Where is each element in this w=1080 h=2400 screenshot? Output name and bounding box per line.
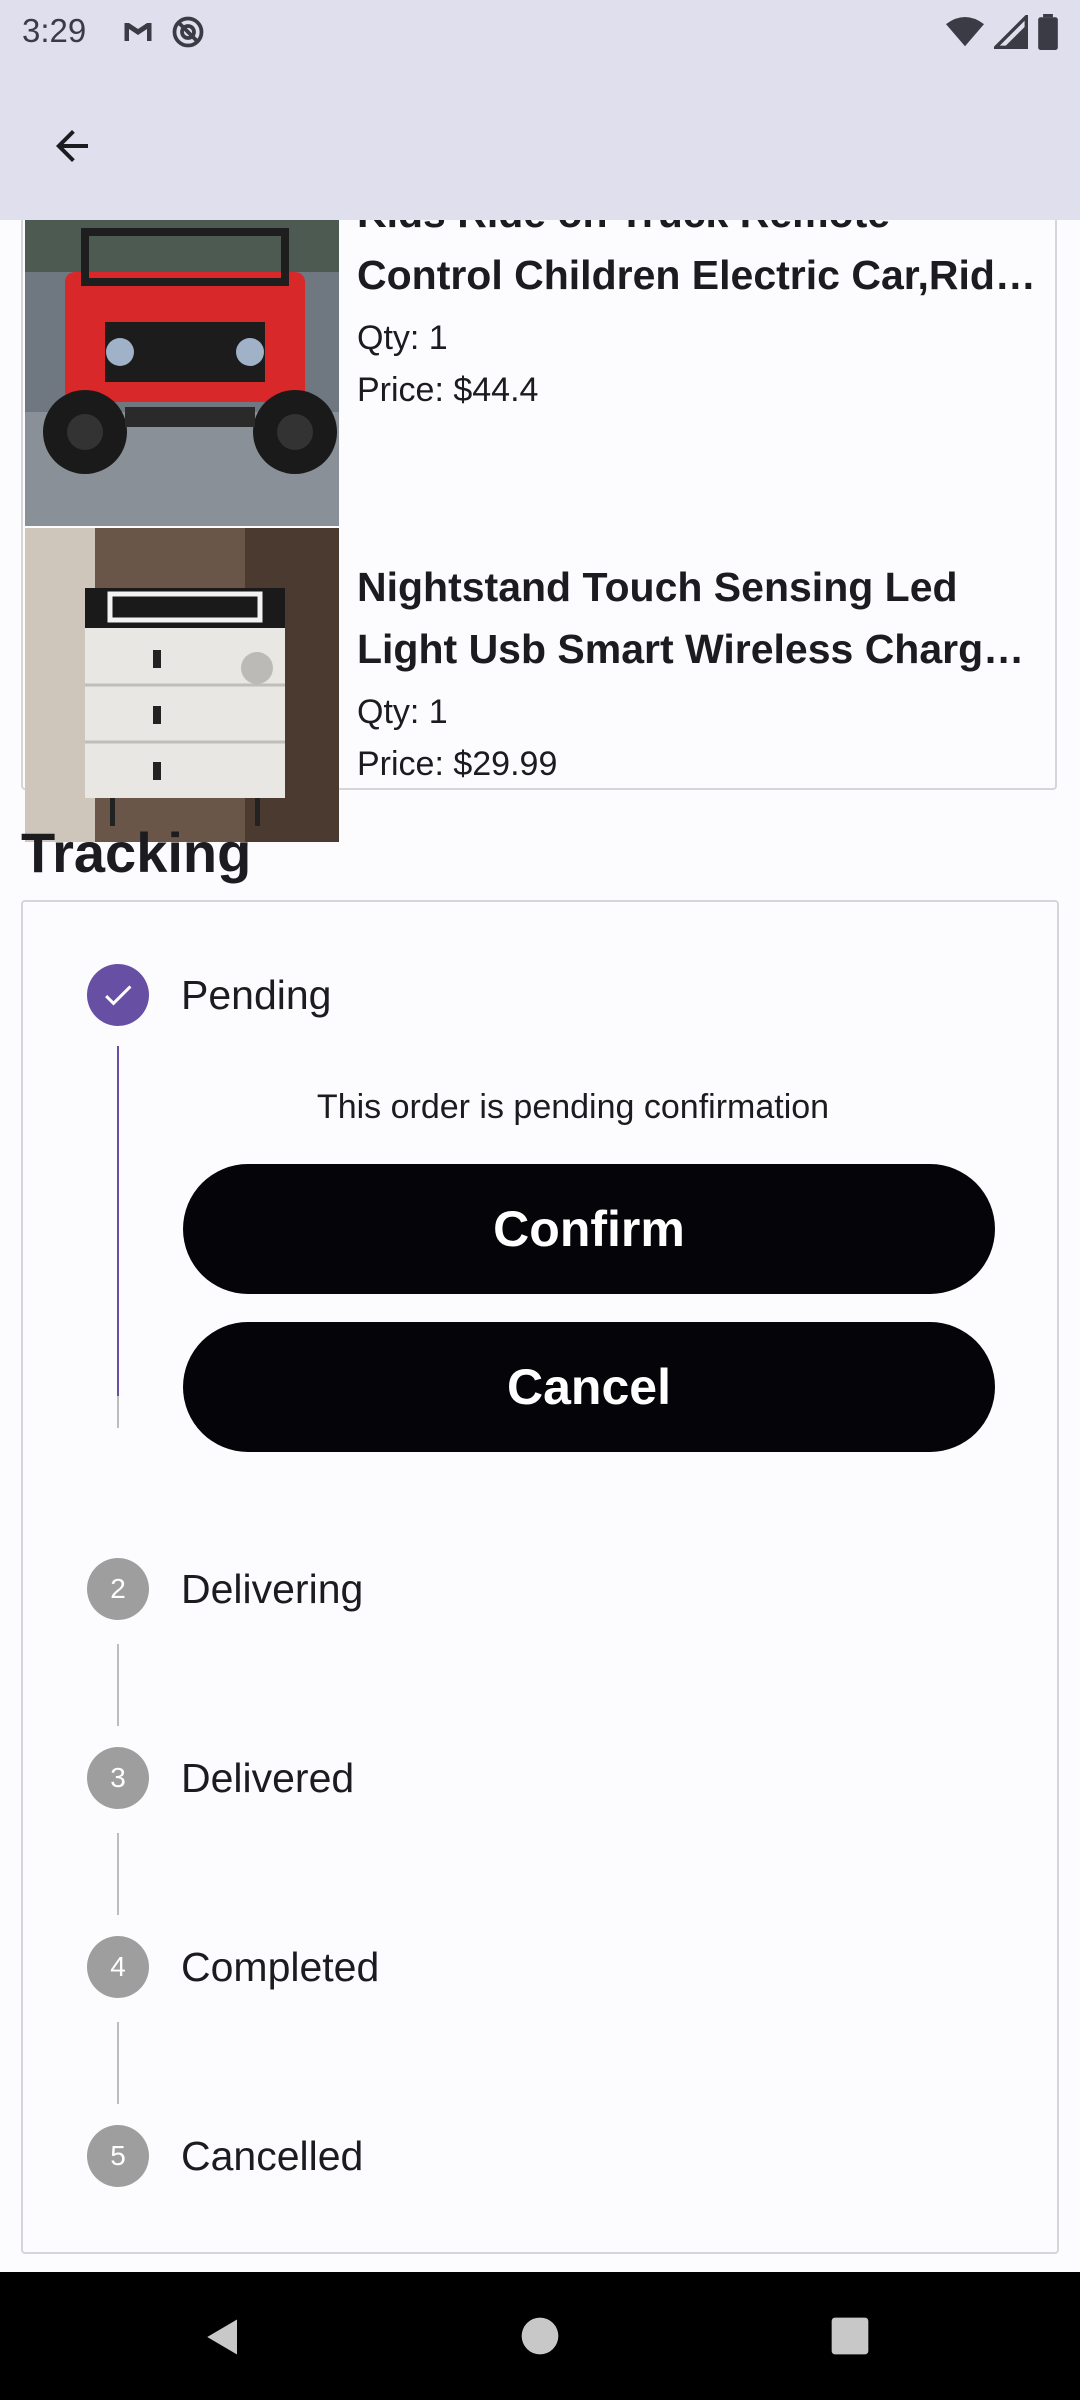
white-nightstand-photo — [25, 528, 339, 842]
item-title-line-1: Nightstand Touch Sensing Led — [357, 564, 958, 610]
item-price: Price: $29.99 — [357, 745, 558, 783]
item-title-line-2: Control Children Electric Car,Rid… — [357, 252, 1036, 298]
item-title-line-2: Light Usb Smart Wireless Charg… — [357, 626, 1025, 672]
step-connector — [117, 1644, 119, 1726]
step-label: Pending — [181, 971, 332, 1018]
app-bar — [0, 64, 1080, 220]
order-item[interactable]: Nightstand Touch Sensing Led Light Usb S… — [25, 528, 1055, 842]
step-connector — [117, 1833, 119, 1915]
order-detail-content[interactable]: Kids Ride on Truck Remote Control Childr… — [0, 220, 1080, 2272]
step-label: Cancelled — [181, 2132, 364, 2179]
step-completed[interactable]: 4 Completed — [87, 1936, 379, 1998]
status-left-icons — [120, 14, 206, 55]
item-qty: Qty: 1 — [357, 693, 448, 731]
item-qty: Qty: 1 — [357, 319, 448, 357]
step-delivered[interactable]: 3 Delivered — [87, 1747, 354, 1809]
step-pending[interactable]: Pending — [87, 964, 331, 1026]
confirm-button[interactable]: Confirm — [183, 1164, 995, 1294]
step-connector — [117, 1396, 119, 1428]
battery-icon — [1038, 14, 1058, 55]
tracking-stepper: Pending This order is pending confirmati… — [21, 900, 1059, 2254]
cancel-button[interactable]: Cancel — [183, 1322, 995, 1452]
status-bar: 3:29 — [0, 0, 1080, 64]
recents-square-icon[interactable] — [830, 2316, 870, 2361]
order-item[interactable]: Kids Ride on Truck Remote Control Childr… — [25, 220, 1055, 526]
step-number: 5 — [87, 2125, 149, 2187]
step-label: Delivering — [181, 1565, 364, 1612]
status-time: 3:29 — [22, 12, 87, 49]
item-title: Kids Ride on Truck Remote Control Childr… — [357, 220, 1047, 306]
pending-message: This order is pending confirmation — [316, 1088, 830, 1126]
step-number: 4 — [87, 1936, 149, 1998]
back-button[interactable] — [30, 106, 114, 190]
back-triangle-icon[interactable] — [202, 2316, 244, 2363]
step-label: Completed — [181, 1943, 380, 1990]
item-price: Price: $44.4 — [357, 371, 539, 409]
step-cancelled[interactable]: 5 Cancelled — [87, 2125, 363, 2187]
system-nav-bar — [0, 2272, 1080, 2400]
status-right-icons — [946, 12, 1058, 55]
step-number: 3 — [87, 1747, 149, 1809]
home-circle-icon[interactable] — [520, 2316, 560, 2361]
wifi-icon — [946, 15, 984, 54]
red-toy-truck-photo — [25, 220, 339, 526]
step-label: Delivered — [181, 1754, 355, 1801]
tracking-heading: Tracking — [21, 821, 252, 884]
order-items-card: Kids Ride on Truck Remote Control Childr… — [21, 220, 1057, 842]
step-connector — [117, 2022, 119, 2104]
check-icon — [87, 964, 149, 1026]
step-number: 2 — [87, 1558, 149, 1620]
item-title: Nightstand Touch Sensing Led Light Usb S… — [357, 556, 1047, 680]
step-delivering[interactable]: 2 Delivering — [87, 1558, 363, 1620]
gmail-icon — [120, 14, 156, 55]
step-connector — [117, 1046, 119, 1396]
item-title-line-1: Kids Ride on Truck Remote — [357, 220, 1047, 244]
arrow-left-icon — [48, 122, 96, 175]
signal-icon — [991, 12, 1028, 54]
do-not-disturb-icon — [170, 14, 206, 55]
